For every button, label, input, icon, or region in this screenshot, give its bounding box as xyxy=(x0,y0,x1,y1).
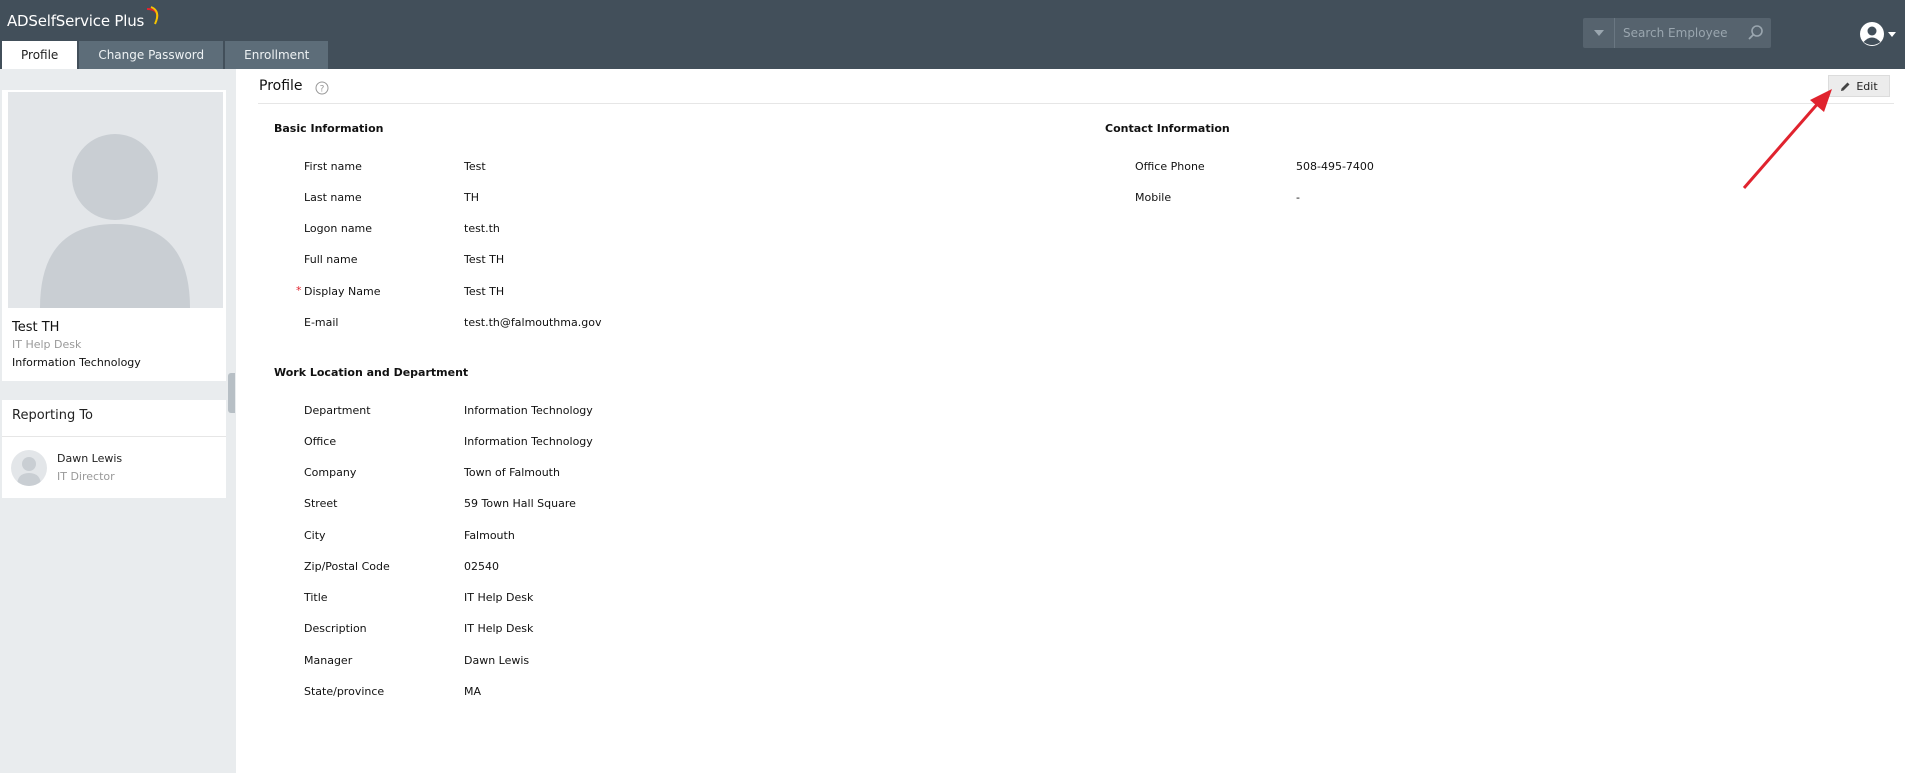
employee-search xyxy=(1583,18,1771,48)
collapse-panel-handle[interactable] xyxy=(228,373,235,413)
field-label: Last name xyxy=(304,191,362,204)
basic-information-heading: Basic Information xyxy=(274,122,384,135)
profile-name: Test TH xyxy=(12,320,60,335)
annotation-arrow xyxy=(1742,89,1832,189)
field-value: test.th@falmouthma.gov xyxy=(464,316,602,329)
reporting-to-heading: Reporting To xyxy=(12,408,94,423)
edit-button-label: Edit xyxy=(1856,79,1878,93)
field-label: Street xyxy=(304,497,338,510)
field-value: Test xyxy=(464,160,486,173)
profile-card: Test TH IT Help Desk Information Technol… xyxy=(2,90,226,381)
field-label: Office xyxy=(304,435,337,448)
field-label: Department xyxy=(304,404,371,417)
field-label: City xyxy=(304,529,326,542)
field-label: State/province xyxy=(304,685,385,698)
manager-name[interactable]: Dawn Lewis xyxy=(57,452,122,465)
field-label: Company xyxy=(304,466,357,479)
field-value: IT Help Desk xyxy=(464,622,534,635)
field-value: 508-495-7400 xyxy=(1296,160,1374,173)
field-value: Information Technology xyxy=(464,435,593,448)
field-label: Manager xyxy=(304,654,353,667)
nav-tabs: Profile Change Password Enrollment xyxy=(2,41,330,69)
chevron-down-icon xyxy=(1593,30,1604,36)
field-value: Dawn Lewis xyxy=(464,654,530,667)
manager-avatar[interactable] xyxy=(11,450,47,486)
search-icon[interactable] xyxy=(1747,24,1765,42)
avatar xyxy=(8,92,223,308)
profile-title: IT Help Desk xyxy=(12,338,82,351)
field-label: E-mail xyxy=(304,316,339,329)
pencil-icon xyxy=(1841,82,1850,91)
user-silhouette-icon xyxy=(40,134,190,308)
field-value: MA xyxy=(464,685,482,698)
field-label: Display Name xyxy=(304,285,381,298)
field-label: Full name xyxy=(304,253,358,266)
field-value: Test TH xyxy=(464,253,505,266)
field-value: 02540 xyxy=(464,560,499,573)
work-location-heading: Work Location and Department xyxy=(274,366,469,379)
contact-information-heading: Contact Information xyxy=(1105,122,1230,135)
field-label: Zip/Postal Code xyxy=(304,560,390,573)
app-logo[interactable]: ADSelfService Plus xyxy=(7,12,144,30)
svg-text:?: ? xyxy=(320,85,325,95)
top-bar: ADSelfService Plus Profile Change Passwo… xyxy=(0,0,1905,69)
field-label: Title xyxy=(304,591,328,604)
title-divider xyxy=(258,103,1894,104)
search-input[interactable] xyxy=(1623,24,1743,42)
field-value: 59 Town Hall Square xyxy=(464,497,576,510)
tab-change-password[interactable]: Change Password xyxy=(79,41,224,69)
search-filter-dropdown[interactable] xyxy=(1583,18,1615,48)
field-label: Logon name xyxy=(304,222,373,235)
profile-department: Information Technology xyxy=(12,356,141,369)
main-content: Profile ? Edit Basic Information First n… xyxy=(236,69,1905,773)
field-value: Town of Falmouth xyxy=(464,466,560,479)
tab-profile[interactable]: Profile xyxy=(2,41,78,69)
user-menu-button[interactable] xyxy=(1859,20,1903,48)
field-label: Office Phone xyxy=(1135,160,1205,173)
field-label: Description xyxy=(304,622,367,635)
tab-enrollment[interactable]: Enrollment xyxy=(225,41,329,69)
help-icon[interactable]: ? xyxy=(315,81,329,95)
field-value: TH xyxy=(464,191,479,204)
logo-arc-icon xyxy=(146,6,159,25)
field-value: Information Technology xyxy=(464,404,593,417)
field-value: - xyxy=(1296,191,1300,204)
field-value: Test TH xyxy=(464,285,505,298)
page-title: Profile xyxy=(259,78,303,94)
field-label: First name xyxy=(304,160,362,173)
field-label: Mobile xyxy=(1135,191,1172,204)
field-value: test.th xyxy=(464,222,500,235)
required-asterisk: * xyxy=(296,284,302,297)
chevron-down-icon xyxy=(1888,31,1896,37)
divider xyxy=(2,436,226,437)
user-account-icon xyxy=(1860,22,1884,46)
field-value: Falmouth xyxy=(464,529,515,542)
field-value: IT Help Desk xyxy=(464,591,534,604)
manager-title: IT Director xyxy=(57,470,115,483)
reporting-to-card: Reporting To Dawn Lewis IT Director xyxy=(2,400,226,498)
user-silhouette-icon xyxy=(17,457,41,486)
left-panel: Test TH IT Help Desk Information Technol… xyxy=(0,69,235,773)
